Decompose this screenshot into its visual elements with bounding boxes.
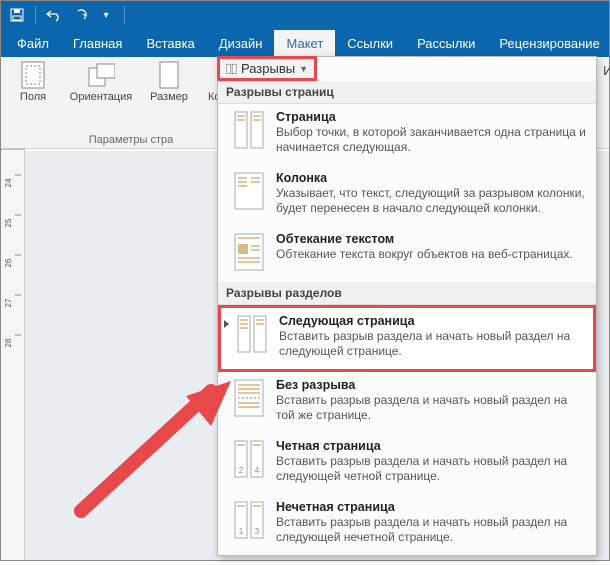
save-button[interactable] xyxy=(7,5,27,25)
svg-text:24: 24 xyxy=(4,178,13,187)
menu-next-desc: Вставить разрыв раздела и начать новый р… xyxy=(279,329,583,359)
vertical-ruler: 24 25 26 27 28 xyxy=(1,151,25,560)
svg-text:26: 26 xyxy=(4,258,13,267)
even-page-icon: 24 xyxy=(232,439,266,479)
column-break-icon xyxy=(232,171,266,211)
ribbon-tabs: Файл Главная Вставка Дизайн Макет Ссылки… xyxy=(1,29,609,57)
menu-column[interactable]: Колонка Указывает, что текст, следующий … xyxy=(218,165,596,226)
menu-column-title: Колонка xyxy=(276,171,586,185)
svg-text:25: 25 xyxy=(4,218,13,227)
size-button[interactable]: Размер xyxy=(145,61,193,103)
odd-page-icon: 13 xyxy=(232,500,266,540)
svg-text:4: 4 xyxy=(255,466,260,475)
menu-next-title: Следующая страница xyxy=(279,314,583,328)
continuous-icon xyxy=(232,378,266,418)
menu-continuous[interactable]: Без разрыва Вставить разрыв раздела и на… xyxy=(218,372,596,433)
tab-layout[interactable]: Макет xyxy=(274,30,335,57)
menu-page-title: Страница xyxy=(276,110,586,124)
tab-design[interactable]: Дизайн xyxy=(207,30,275,57)
svg-text:27: 27 xyxy=(4,298,13,307)
next-page-icon xyxy=(235,314,269,354)
app-window: ▾ Файл Главная Вставка Дизайн Макет Ссыл… xyxy=(0,0,610,561)
qat-customize-button[interactable]: ▾ xyxy=(96,5,116,25)
orientation-button[interactable]: Ориентация xyxy=(69,61,133,103)
size-label: Размер xyxy=(150,91,188,103)
menu-column-desc: Указывает, что текст, следующий за разры… xyxy=(276,186,586,216)
menu-next-page[interactable]: Следующая страница Вставить разрыв разде… xyxy=(218,305,596,372)
menu-text-wrapping[interactable]: Обтекание текстом Обтекание текста вокру… xyxy=(218,226,596,282)
menu-cont-title: Без разрыва xyxy=(276,378,586,392)
tab-references[interactable]: Ссылки xyxy=(335,30,405,57)
section-breaks-header: Разрывы разделов xyxy=(218,282,596,305)
tab-home[interactable]: Главная xyxy=(61,30,134,57)
undo-button[interactable] xyxy=(44,5,64,25)
svg-text:1: 1 xyxy=(239,527,244,536)
margins-label: Поля xyxy=(20,91,46,103)
menu-even-desc: Вставить разрыв раздела и начать новый р… xyxy=(276,454,586,484)
menu-even-title: Четная страница xyxy=(276,439,586,453)
tab-insert[interactable]: Вставка xyxy=(134,30,206,57)
menu-odd-desc: Вставить разрыв раздела и начать новый р… xyxy=(276,515,586,545)
menu-cont-desc: Вставить разрыв раздела и начать новый р… xyxy=(276,393,586,423)
menu-wrap-title: Обтекание текстом xyxy=(276,232,573,246)
svg-text:2: 2 xyxy=(239,466,244,475)
svg-text:28: 28 xyxy=(4,338,13,347)
page-breaks-header: Разрывы страниц xyxy=(218,81,596,104)
menu-page[interactable]: Страница Выбор точки, в которой заканчив… xyxy=(218,104,596,165)
redo-button[interactable] xyxy=(70,5,90,25)
menu-page-desc: Выбор точки, в которой заканчивается одн… xyxy=(276,125,586,155)
margins-button[interactable]: Поля xyxy=(9,61,57,103)
spacing-label: Интервал xyxy=(603,63,610,78)
tab-file[interactable]: Файл xyxy=(5,30,61,57)
page-break-icon xyxy=(232,110,266,150)
svg-text:3: 3 xyxy=(255,527,260,536)
menu-odd-page[interactable]: 13 Нечетная страница Вставить разрыв раз… xyxy=(218,494,596,555)
menu-even-page[interactable]: 24 Четная страница Вставить разрыв разде… xyxy=(218,433,596,494)
tab-review[interactable]: Рецензирование xyxy=(487,30,610,57)
orientation-label: Ориентация xyxy=(70,91,132,103)
menu-wrap-desc: Обтекание текста вокруг объектов на веб-… xyxy=(276,247,573,262)
text-wrap-icon xyxy=(232,232,266,272)
menu-odd-title: Нечетная страница xyxy=(276,500,586,514)
submenu-indicator-icon xyxy=(224,320,229,328)
breaks-menu: Разрывы ▼ Разрывы страниц Страница Выбор… xyxy=(217,56,597,556)
title-bar: ▾ xyxy=(1,1,609,29)
tab-mailings[interactable]: Рассылки xyxy=(405,30,487,57)
